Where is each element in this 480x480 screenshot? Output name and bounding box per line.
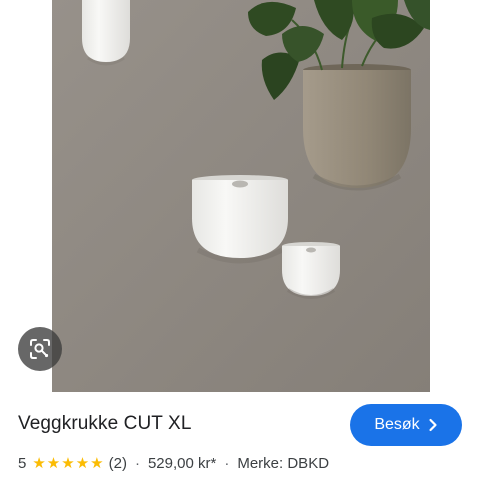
pot-white-small: [282, 242, 340, 299]
product-photo-illustration: [52, 0, 430, 392]
product-title[interactable]: Veggkrukke CUT XL: [18, 413, 192, 435]
pot-white-medium: [192, 175, 288, 264]
visit-button-label: Besøk: [374, 416, 420, 433]
star-icon: ★: [32, 455, 46, 472]
separator: ·: [224, 455, 230, 472]
pot-tall-white: [82, 0, 130, 66]
rating-value: 5: [18, 455, 27, 472]
visit-button[interactable]: Besøk: [350, 404, 462, 446]
star-icon: ★: [61, 455, 75, 472]
product-meta-row: 5 ★ ★ ★ ★ ★ (2) · 529,00 kr* · Merke: DB…: [18, 455, 329, 472]
rating-stars: ★ ★ ★ ★ ★: [32, 456, 104, 471]
star-icon: ★: [75, 455, 90, 472]
star-icon: ★: [46, 455, 61, 472]
price: 529,00 kr*: [147, 455, 217, 472]
review-count[interactable]: (2): [109, 455, 127, 472]
chevron-right-icon: [429, 418, 437, 432]
lens-search-button[interactable]: [18, 327, 62, 371]
product-photo[interactable]: [52, 0, 430, 392]
lens-search-icon: [30, 339, 50, 359]
product-image-area[interactable]: [0, 0, 480, 392]
star-icon: ★: [90, 455, 104, 472]
brand: Merke: DBKD: [237, 455, 330, 472]
pot-taupe-large: [303, 64, 411, 191]
separator: ·: [134, 455, 140, 472]
